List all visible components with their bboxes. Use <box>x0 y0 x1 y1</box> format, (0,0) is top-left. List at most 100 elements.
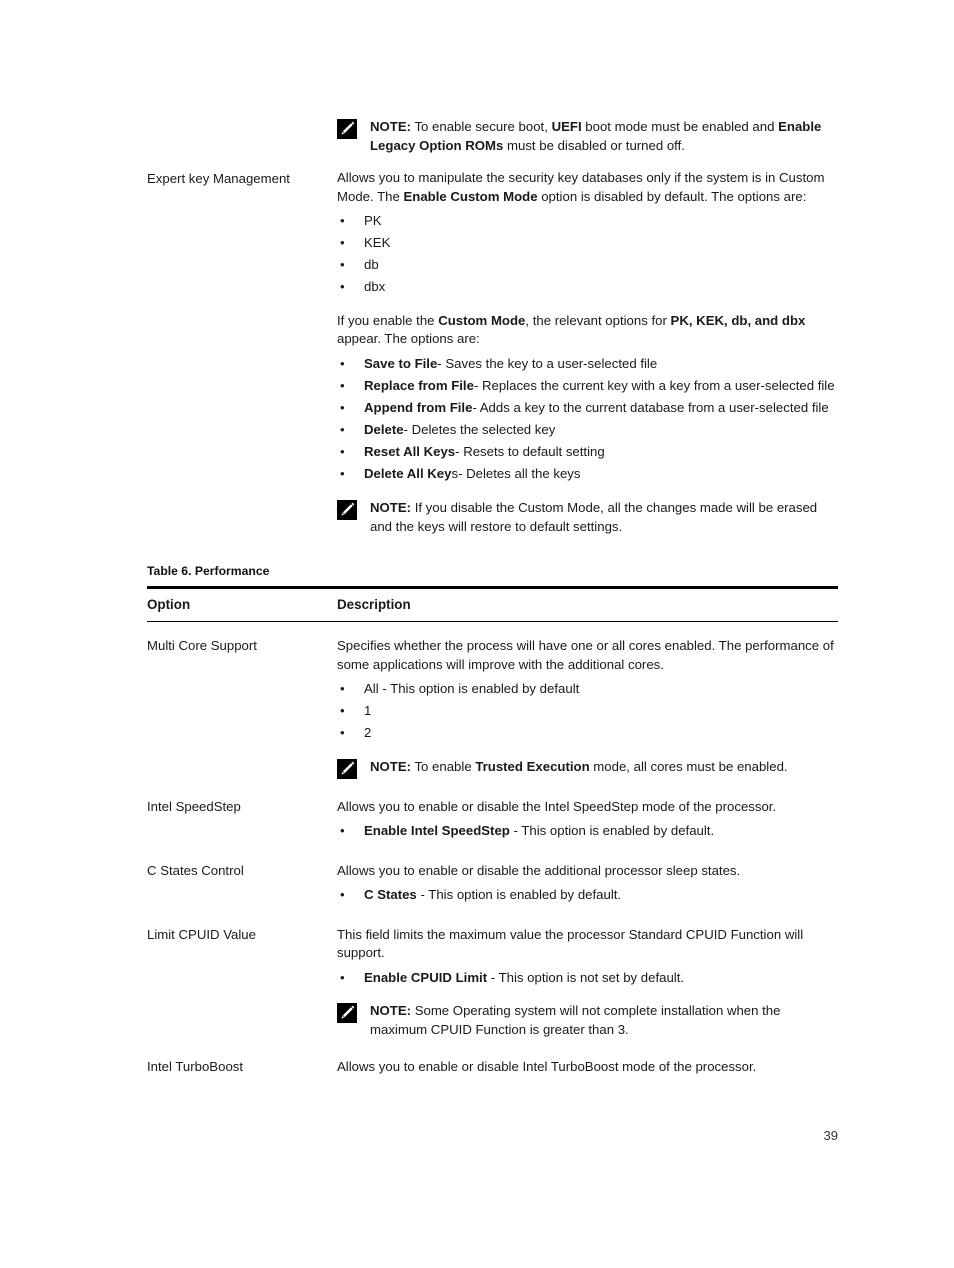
bullet-marker: • <box>340 399 345 415</box>
list-item: • KEK <box>337 234 838 253</box>
expert-key-management-row: Expert key Management Allows you to mani… <box>147 169 838 536</box>
ekm-cm-bold2: PK, KEK, db, and dbx <box>670 312 806 328</box>
note-pencil-icon <box>337 119 357 139</box>
document-page: NOTE: To enable secure boot, UEFI boot m… <box>0 0 954 1268</box>
list-item-bold: Append from File <box>364 399 473 415</box>
list-item-rest: - Deletes the selected key <box>403 421 556 437</box>
top-note-description: NOTE: To enable secure boot, UEFI boot m… <box>337 118 838 155</box>
list-item-bold: Replace from File <box>364 377 474 393</box>
list-item-rest: 1 <box>364 703 372 718</box>
row-option-label: Multi Core Support <box>147 638 257 653</box>
performance-table-block: Table 6. Performance Option Description … <box>147 564 838 1077</box>
note-text: NOTE: Some Operating system will not com… <box>370 1002 838 1039</box>
bullet-marker: • <box>340 279 345 294</box>
row-bullet-list: • All - This option is enabled by default… <box>337 680 838 743</box>
note-part2: boot mode must be enabled and <box>581 119 779 134</box>
bullet-marker: • <box>340 355 345 371</box>
row-description-text: Specifies whether the process will have … <box>337 638 834 672</box>
row-description-text: This field limits the maximum value the … <box>337 926 804 961</box>
list-item-bold: Enable CPUID Limit <box>364 969 488 985</box>
bullet-marker: • <box>340 725 345 740</box>
list-item: • dbx <box>337 278 838 297</box>
row-bullet-list: • Enable CPUID Limit - This option is not… <box>337 969 838 988</box>
list-item: • Delete- Deletes the selected key <box>337 421 838 440</box>
note-callout: NOTE: To enable secure boot, UEFI boot m… <box>337 118 838 155</box>
note-text: NOTE: If you disable the Custom Mode, al… <box>370 499 838 536</box>
list-item-rest: - This option is enabled by default. <box>416 887 622 902</box>
note-part1: To enable secure boot, <box>411 119 552 134</box>
bullet-marker: • <box>340 823 345 838</box>
ekm-desc-bold1: Enable Custom Mode <box>403 188 538 204</box>
list-item: • db <box>337 256 838 275</box>
list-item: • All - This option is enabled by default <box>337 680 838 699</box>
row-description: This field limits the maximum value the … <box>337 926 838 1040</box>
list-item-rest: 2 <box>364 725 372 740</box>
ekm-desc-part2: option is disabled by default. The optio… <box>537 188 807 204</box>
note-callout: NOTE: If you disable the Custom Mode, al… <box>337 499 838 536</box>
bullet-marker: • <box>340 887 345 902</box>
column-header-description: Description <box>337 597 411 612</box>
list-item-rest: - This option is enabled by default. <box>509 823 715 838</box>
note-text: NOTE: To enable secure boot, UEFI boot m… <box>370 118 838 155</box>
row-description-text: Allows you to enable or disable Intel Tu… <box>337 1059 757 1074</box>
bullet-marker: • <box>340 465 345 481</box>
row-option-label: C States Control <box>147 862 244 878</box>
bullet-marker: • <box>340 969 345 985</box>
note-pencil-icon <box>337 1003 357 1023</box>
table-row: Multi Core Support Specifies whether the… <box>147 622 838 779</box>
note-part2: mode, all cores must be enabled. <box>589 758 788 774</box>
note-label: NOTE: <box>370 1003 412 1018</box>
row-bullet-list: • Enable Intel SpeedStep - This option is… <box>337 822 838 841</box>
list-item-rest: - This option is not set by default. <box>487 969 685 985</box>
note-part1: To enable <box>411 758 476 774</box>
row-description: Allows you to enable or disable Intel Tu… <box>337 1058 838 1077</box>
table-caption: Table 6. Performance <box>147 564 270 578</box>
note-part1: Some Operating system will not complete … <box>370 1003 781 1037</box>
list-item-rest: - Replaces the current key with a key fr… <box>473 377 835 393</box>
list-item-rest: - Adds a key to the current database fro… <box>472 399 829 415</box>
table-row: Intel TurboBoost Allows you to enable or… <box>147 1039 838 1077</box>
bullet-marker: • <box>340 443 345 459</box>
list-item: • PK <box>337 212 838 231</box>
row-option-label: Limit CPUID Value <box>147 926 256 942</box>
list-item-label: KEK <box>364 235 391 250</box>
ekm-cm-part2: , the relevant options for <box>525 312 671 328</box>
ekm-cm-bold1: Custom Mode <box>438 312 526 328</box>
row-bullet-list: • C States - This option is enabled by de… <box>337 886 838 905</box>
list-item-bold: Save to File <box>364 355 438 371</box>
list-item: • 1 <box>337 702 838 721</box>
table-header-row: Option Description <box>147 589 838 621</box>
row-description-text: Allows you to enable or disable the addi… <box>337 862 741 878</box>
list-item-bold: Delete <box>364 421 404 437</box>
ekm-cm-part1: If you enable the <box>337 312 439 328</box>
bullet-marker: • <box>340 377 345 393</box>
list-item: • C States - This option is enabled by de… <box>337 886 838 905</box>
list-item: • Enable Intel SpeedStep - This option is… <box>337 822 838 841</box>
note-bold1: UEFI <box>551 119 582 134</box>
column-header-option: Option <box>147 597 191 612</box>
list-item: • Save to File- Saves the key to a user-s… <box>337 355 838 374</box>
note-label: NOTE: <box>370 119 412 134</box>
list-item: • Enable CPUID Limit - This option is not… <box>337 969 838 988</box>
note-part3: must be disabled or turned off. <box>503 137 685 153</box>
row-description: Specifies whether the process will have … <box>337 637 838 779</box>
note-bold1: Trusted Execution <box>475 758 590 774</box>
ekm-custom-mode-paragraph: If you enable the Custom Mode, the relev… <box>337 312 838 349</box>
expert-key-management-option-label: Expert key Management <box>147 171 290 186</box>
row-description: Allows you to enable or disable the Inte… <box>337 798 838 843</box>
table-row: C States Control Allows you to enable or… <box>147 843 838 907</box>
note-label: NOTE: <box>370 500 412 515</box>
list-item-rest: All - This option is enabled by default <box>364 681 580 696</box>
note-callout: NOTE: To enable Trusted Execution mode, … <box>337 758 838 779</box>
bullet-marker: • <box>340 235 345 250</box>
ekm-cm-part3: appear. The options are: <box>337 331 480 346</box>
page-content: NOTE: To enable secure boot, UEFI boot m… <box>147 118 838 1077</box>
list-item: • Replace from File- Replaces the current… <box>337 377 838 396</box>
note-text: NOTE: To enable Trusted Execution mode, … <box>370 758 838 777</box>
table-row: Limit CPUID Value This field limits the … <box>147 907 838 1040</box>
note-pencil-icon <box>337 500 357 520</box>
bullet-marker: • <box>340 421 345 437</box>
page-number: 39 <box>823 1128 838 1143</box>
list-item: • 2 <box>337 724 838 743</box>
